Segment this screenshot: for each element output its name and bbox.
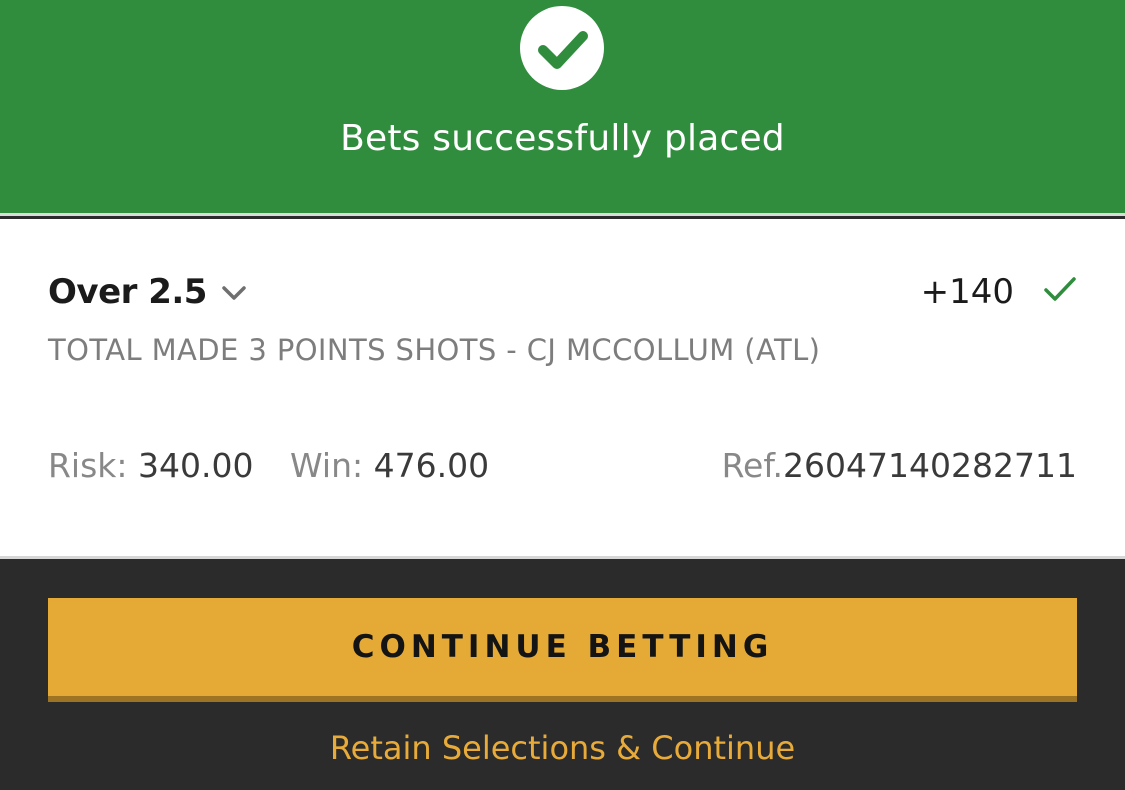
checkmark-icon	[1042, 271, 1078, 307]
continue-betting-button[interactable]: CONTINUE BETTING	[48, 598, 1077, 702]
ref-label: Ref.	[721, 446, 784, 485]
bet-card: Over 2.5 +140 TOTAL MADE 3 POINTS SHOTS …	[0, 219, 1125, 559]
bet-odds: +140	[920, 272, 1014, 312]
win-label: Win:	[290, 446, 364, 485]
bet-reference: Ref.26047140282711	[722, 443, 1077, 489]
bet-confirmation-screen: Bets successfully placed Over 2.5 +140 T…	[0, 0, 1125, 790]
risk-label: Risk:	[48, 446, 128, 485]
ref-value: 26047140282711	[783, 446, 1077, 485]
bet-stakes: Risk: 340.00 Win: 476.00	[48, 443, 489, 489]
risk-value: 340.00	[138, 446, 254, 485]
check-circle-icon	[520, 6, 604, 90]
win-value: 476.00	[373, 446, 490, 485]
success-banner: Bets successfully placed	[0, 0, 1125, 216]
bet-selection: Over 2.5	[48, 272, 207, 312]
chevron-down-icon[interactable]	[218, 277, 250, 309]
bet-market: TOTAL MADE 3 POINTS SHOTS - CJ MCCOLLUM …	[48, 333, 821, 367]
banner-title: Bets successfully placed	[340, 118, 785, 159]
retain-selections-link[interactable]: Retain Selections & Continue	[0, 724, 1125, 772]
